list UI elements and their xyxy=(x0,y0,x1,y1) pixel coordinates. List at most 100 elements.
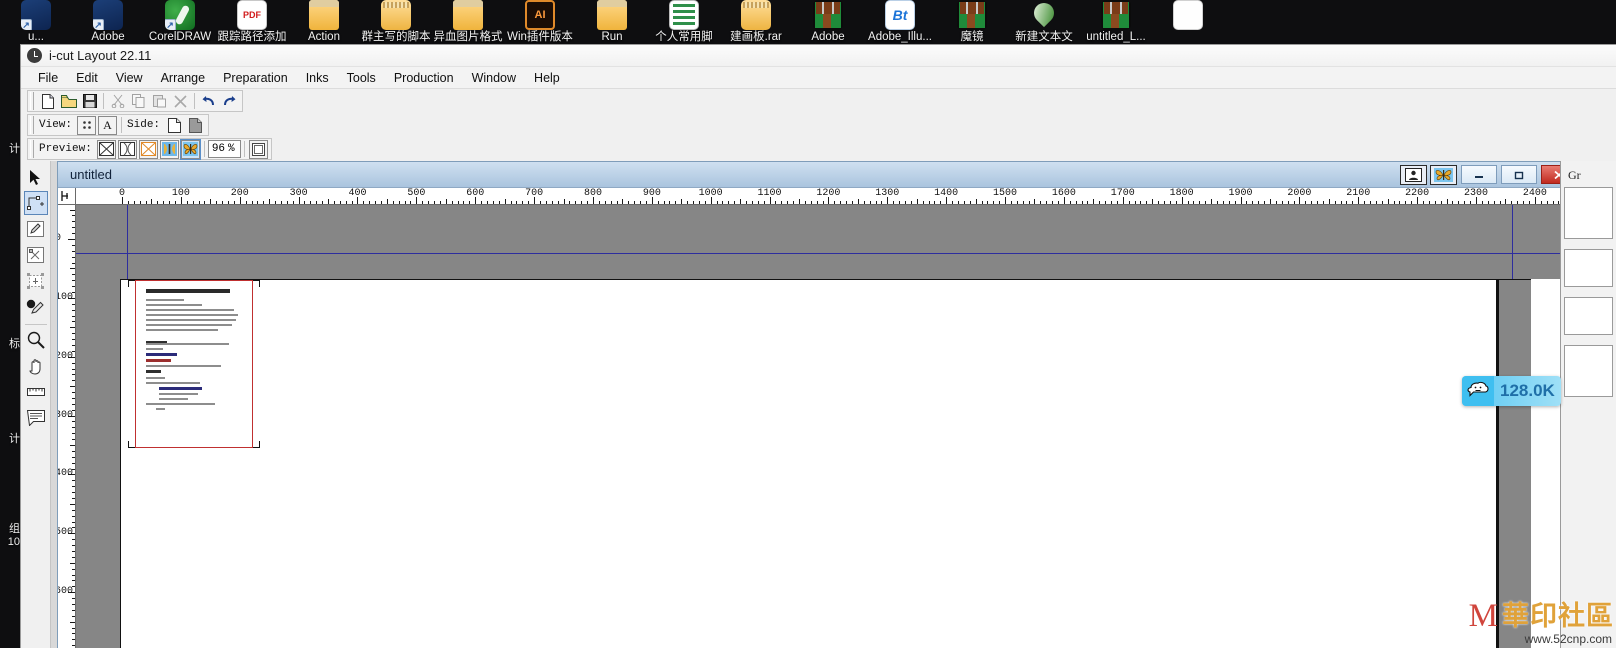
notification-bubble[interactable]: 128.0K xyxy=(1462,376,1561,406)
side-front-button[interactable] xyxy=(165,116,184,135)
pan-tool[interactable] xyxy=(24,354,48,378)
side-label: Side: xyxy=(127,119,161,131)
desktop-icon-label: 建画板.rar xyxy=(730,31,782,43)
render-mode-button[interactable] xyxy=(1430,164,1457,185)
menu-item-production[interactable]: Production xyxy=(385,69,463,87)
select-tool[interactable] xyxy=(24,165,48,189)
vertical-ruler[interactable]: -1000100200300400500600 xyxy=(58,205,76,648)
new-document-button[interactable] xyxy=(38,92,57,111)
ruler-origin-icon[interactable] xyxy=(58,188,76,205)
ruler-minor-tick xyxy=(522,201,524,204)
preview-wireframe-button[interactable] xyxy=(117,139,137,159)
desktop-icon[interactable]: Adobe xyxy=(792,0,864,44)
save-document-button[interactable] xyxy=(80,92,99,111)
ruler-minor-tick xyxy=(72,380,75,382)
dock-card[interactable] xyxy=(1564,187,1613,239)
ruler-minor-tick xyxy=(216,201,218,204)
desktop-icon[interactable]: AI Win插件版本 xyxy=(504,0,576,44)
node-edit-tool[interactable] xyxy=(23,191,48,215)
desktop-icon[interactable]: ↗ u... xyxy=(0,0,72,44)
desktop-icon[interactable]: Action xyxy=(288,0,360,44)
shape-tool[interactable] xyxy=(24,295,48,319)
desktop-icon[interactable]: 新建文本文 xyxy=(1008,0,1080,44)
desktop-icon[interactable]: Bt Adobe_Illu... xyxy=(864,0,936,44)
zoom-tool[interactable] xyxy=(24,328,48,352)
horizontal-guide[interactable] xyxy=(76,253,1566,254)
transform-tool[interactable] xyxy=(24,269,48,293)
sheet-page[interactable] xyxy=(120,279,1531,648)
toolbar-grip[interactable] xyxy=(30,92,34,110)
menu-item-view[interactable]: View xyxy=(107,69,152,87)
dock-card[interactable] xyxy=(1564,297,1613,335)
preview-outline-button[interactable] xyxy=(138,139,158,159)
preview-frame-button[interactable] xyxy=(248,139,268,159)
ruler-minor-tick xyxy=(793,201,795,204)
desktop-icon[interactable]: ↗ Adobe xyxy=(72,0,144,44)
ruler-minor-tick xyxy=(422,201,424,204)
ruler-minor-tick xyxy=(72,433,75,435)
ruler-minor-tick xyxy=(157,201,159,204)
desktop-icon[interactable] xyxy=(1152,0,1224,31)
undo-button[interactable] xyxy=(199,92,218,111)
ruler-minor-tick xyxy=(72,374,75,376)
ruler-minor-tick xyxy=(310,201,312,204)
dock-card[interactable] xyxy=(1564,345,1613,397)
ruler-minor-tick xyxy=(1046,201,1048,204)
desktop-icon[interactable]: 魔镜 xyxy=(936,0,1008,44)
ruler-minor-tick xyxy=(70,327,75,329)
desktop-icon[interactable]: ↗ CorelDRAW xyxy=(144,0,216,44)
trim-tool[interactable] xyxy=(24,243,48,267)
copy-button[interactable] xyxy=(129,92,148,111)
desktop-icon-label: untitled_L... xyxy=(1086,31,1146,43)
ruler-minor-tick xyxy=(1458,201,1460,204)
cut-button[interactable] xyxy=(108,92,127,111)
desktop-icon[interactable]: 建画板.rar xyxy=(720,0,792,44)
toolbar-grip[interactable] xyxy=(30,140,34,158)
preview-draft-button[interactable] xyxy=(159,139,179,159)
canvas-area[interactable] xyxy=(76,205,1566,648)
placed-document[interactable] xyxy=(128,280,260,448)
desktop-icon[interactable]: 个人常用脚 xyxy=(648,0,720,44)
ruler-minor-tick xyxy=(245,201,247,204)
minimize-button[interactable] xyxy=(1461,165,1497,184)
desktop-icon[interactable]: PDF 跟踪路径添加 xyxy=(216,0,288,44)
side-back-button[interactable] xyxy=(186,116,205,135)
menu-item-preparation[interactable]: Preparation xyxy=(214,69,297,87)
paste-button[interactable] xyxy=(150,92,169,111)
desktop-icon[interactable]: Run xyxy=(576,0,648,44)
preview-full-button[interactable] xyxy=(179,138,201,160)
ruler-minor-tick xyxy=(72,633,75,635)
ruler-minor-tick xyxy=(72,303,75,305)
ruler-minor-tick xyxy=(1311,201,1313,204)
desktop-icon[interactable]: 群主写的脚本 xyxy=(360,0,432,44)
menu-item-help[interactable]: Help xyxy=(525,69,569,87)
delete-button[interactable] xyxy=(171,92,190,111)
view-text-button[interactable]: A xyxy=(98,115,118,135)
annotation-tool[interactable] xyxy=(24,406,48,430)
maximize-button[interactable] xyxy=(1501,165,1537,184)
toolbar-grip[interactable] xyxy=(30,116,34,134)
pen-tool[interactable] xyxy=(24,217,48,241)
dock-card[interactable] xyxy=(1564,249,1613,287)
measure-tool[interactable] xyxy=(24,380,48,404)
horizontal-ruler[interactable]: 0 100 200 300 400 500 600 700 800 900 1000 1100 1200… xyxy=(76,188,1580,205)
preview-mode-button[interactable] xyxy=(1400,164,1427,185)
ruler-minor-tick xyxy=(1187,201,1189,204)
menu-item-edit[interactable]: Edit xyxy=(67,69,107,87)
menu-item-window[interactable]: Window xyxy=(463,69,525,87)
mirror-icon xyxy=(1029,0,1059,30)
menu-item-inks[interactable]: Inks xyxy=(297,69,338,87)
desktop-icon[interactable]: 异血图片格式 xyxy=(432,0,504,44)
desktop-icon[interactable]: untitled_L... xyxy=(1080,0,1152,44)
redo-button[interactable] xyxy=(220,92,239,111)
preview-none-button[interactable] xyxy=(96,139,116,159)
ruler-minor-tick xyxy=(1364,201,1366,204)
preview-resolution-input[interactable]: 96 % xyxy=(207,140,241,158)
ruler-minor-tick xyxy=(663,201,665,204)
menu-item-arrange[interactable]: Arrange xyxy=(152,69,214,87)
ruler-minor-tick xyxy=(72,556,75,558)
open-document-button[interactable] xyxy=(59,92,78,111)
view-thumbnail-button[interactable] xyxy=(77,115,97,135)
menu-item-file[interactable]: File xyxy=(29,69,67,87)
menu-item-tools[interactable]: Tools xyxy=(338,69,385,87)
